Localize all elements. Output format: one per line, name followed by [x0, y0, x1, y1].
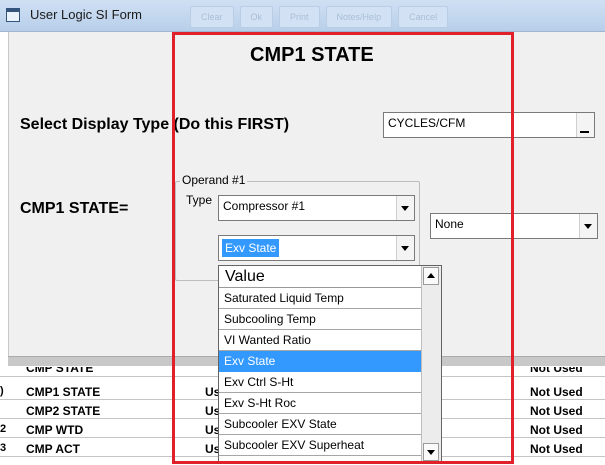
ghost-tab: Print: [279, 6, 320, 28]
equation-label: CMP1 STATE=: [20, 200, 129, 217]
row-marker: ): [0, 385, 4, 397]
row-status: Not Used: [530, 442, 583, 456]
grid-partial-status: Not Used: [530, 367, 583, 375]
highlight-frame: [172, 32, 514, 464]
dropdown-arrow-icon: [580, 131, 589, 133]
display-type-dropdown-button[interactable]: [576, 113, 594, 137]
grid-partial-name: CMP STATE: [26, 367, 94, 375]
window-icon: [6, 8, 20, 22]
row-status: Not Used: [530, 423, 583, 437]
row-marker: 3: [0, 442, 7, 454]
ghost-tab: Cancel: [398, 6, 449, 28]
row-status: Not Used: [530, 385, 583, 399]
row-name: CMP2 STATE: [26, 404, 101, 418]
window-title: User Logic SI Form: [30, 7, 142, 22]
operator-dropdown-button[interactable]: [579, 214, 597, 238]
ghost-tab: Clear: [190, 6, 234, 28]
row-marker: 2: [0, 423, 7, 435]
row-name: CMP ACT: [26, 442, 80, 456]
chevron-down-icon: [584, 224, 592, 229]
ghost-toolbar: Clear Ok Print Notes/Help Cancel: [190, 6, 449, 28]
ghost-tab: Notes/Help: [325, 6, 393, 28]
ghost-tab: Ok: [239, 6, 274, 28]
row-name: CMP WTD: [26, 423, 84, 437]
row-name: CMP1 STATE: [26, 385, 101, 399]
row-status: Not Used: [530, 404, 583, 418]
